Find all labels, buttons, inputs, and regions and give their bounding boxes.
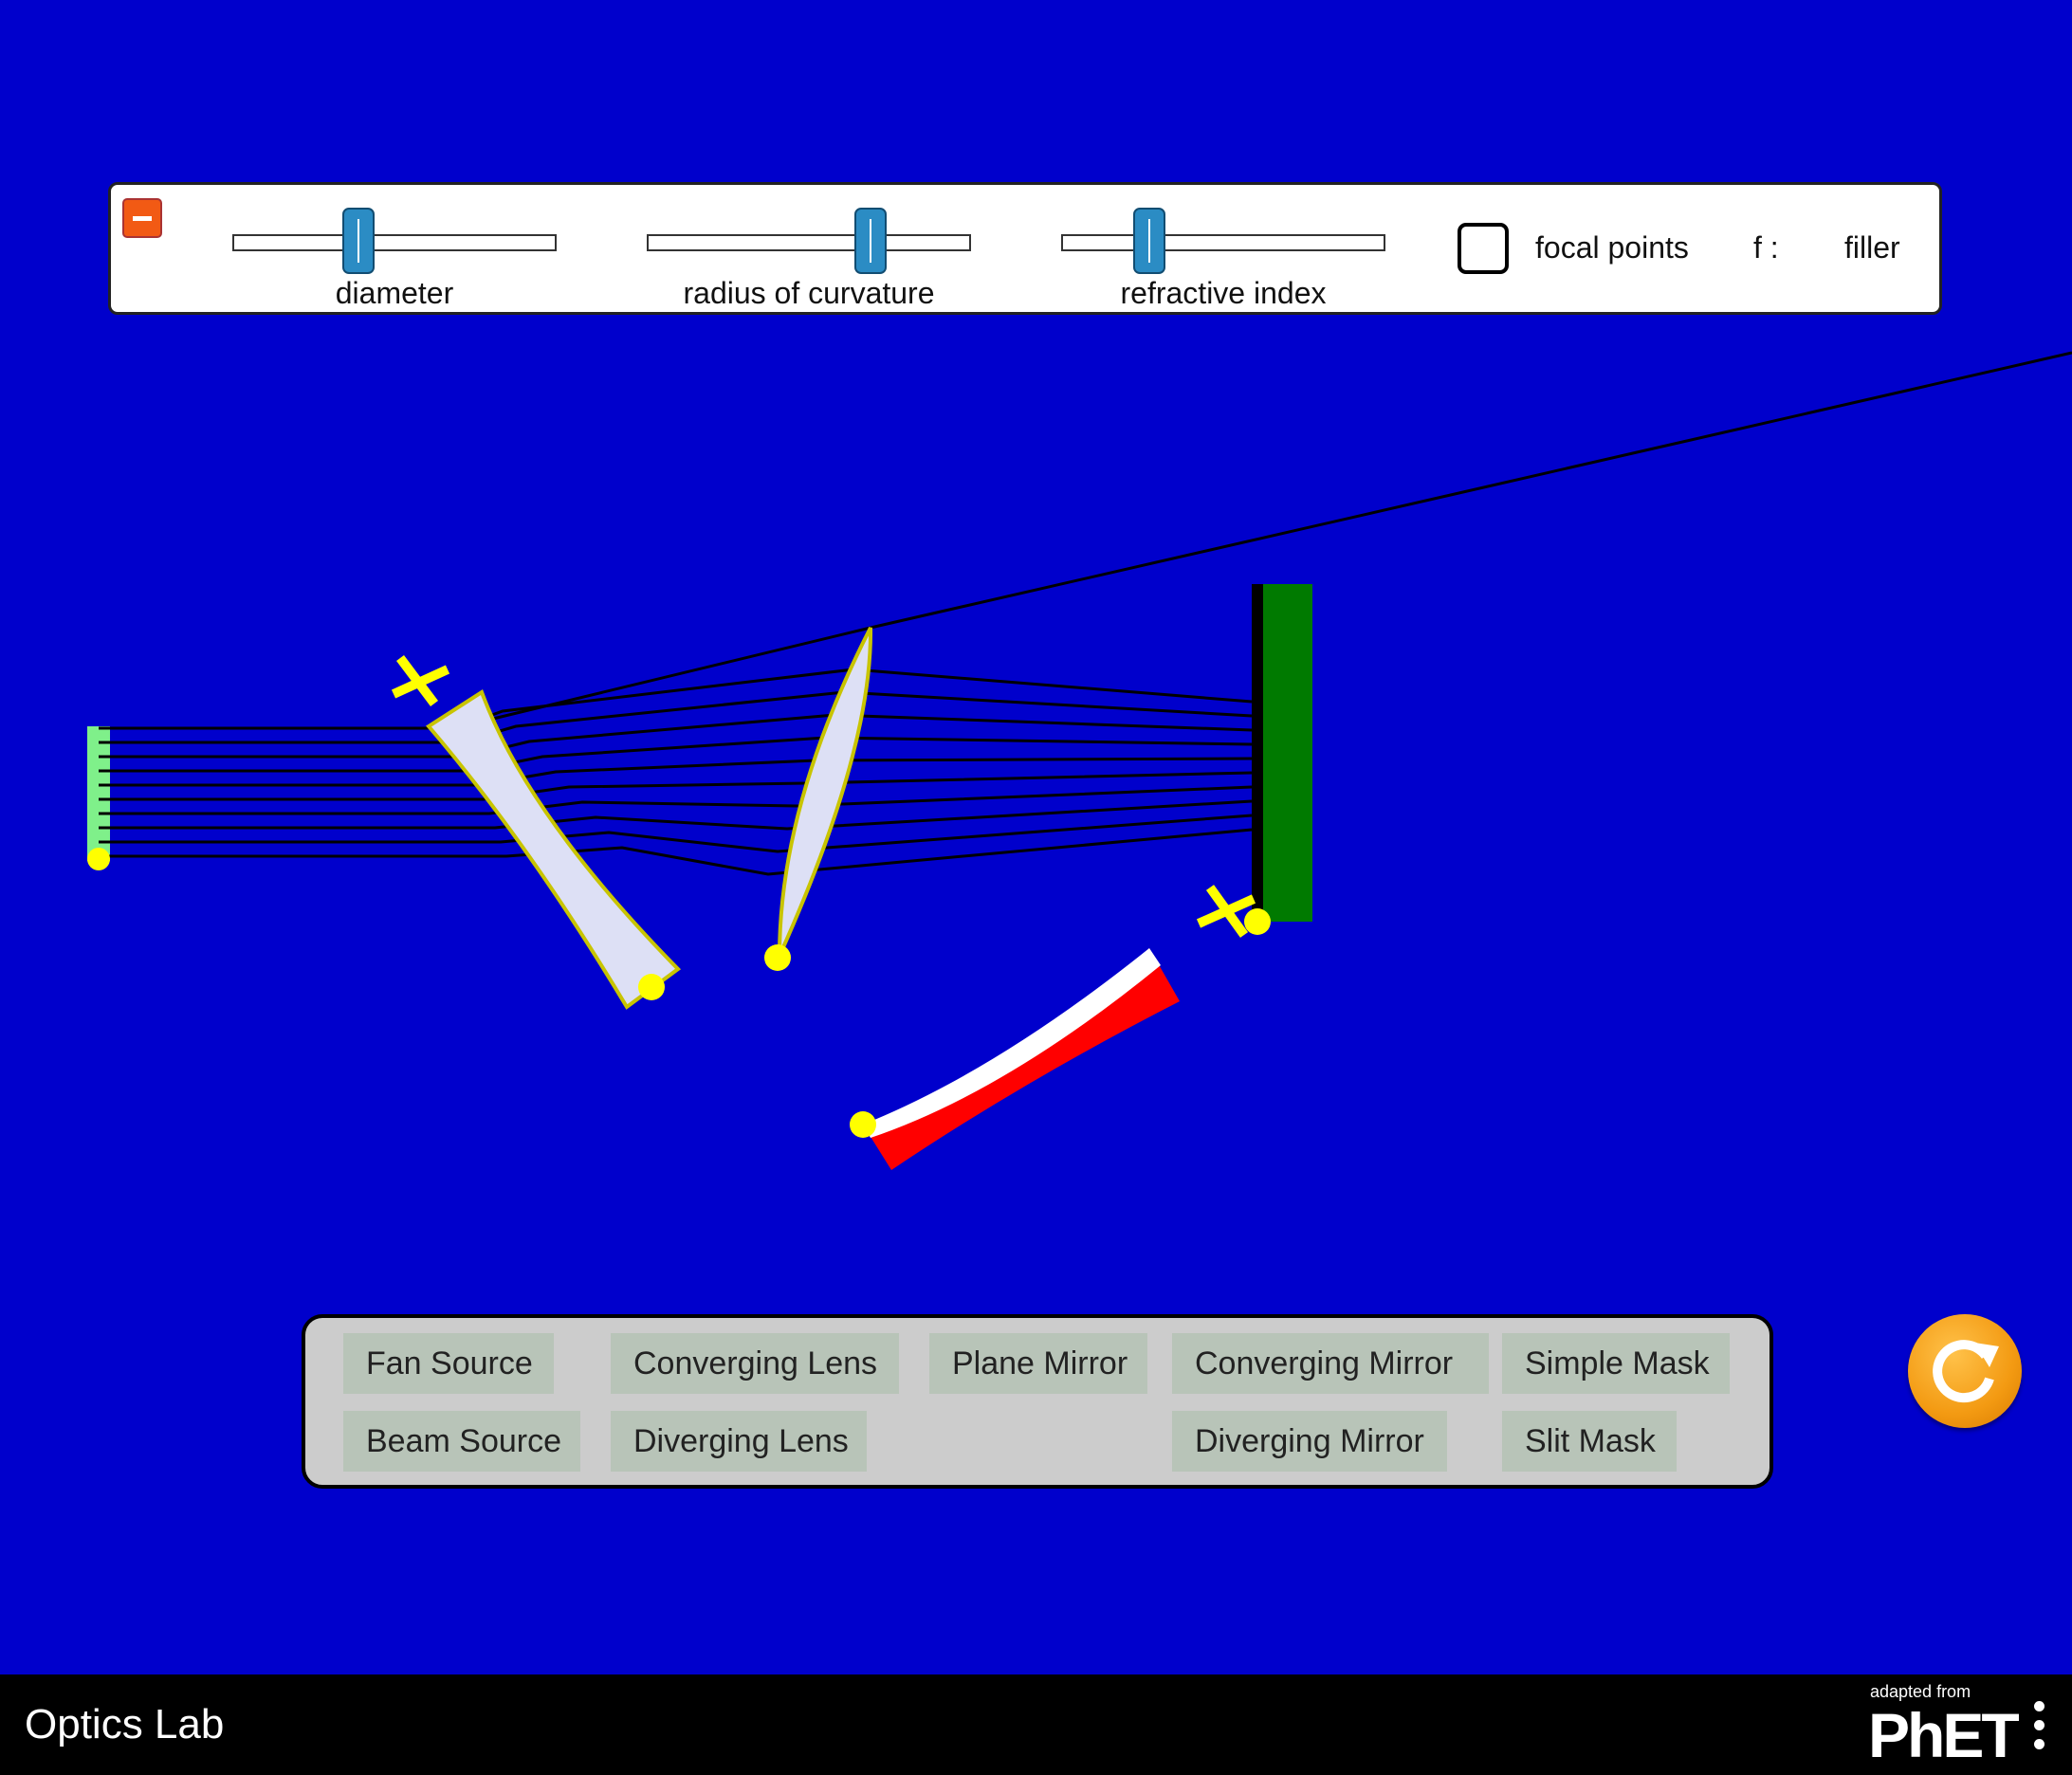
fan-source-button[interactable]: Fan Source <box>343 1333 554 1394</box>
slider-label: radius of curvature <box>683 276 935 310</box>
slider-track[interactable] <box>232 234 557 251</box>
diverging-lens-handle[interactable] <box>638 974 665 1000</box>
reset-all-button[interactable] <box>1908 1314 2022 1428</box>
slider-track[interactable] <box>1061 234 1385 251</box>
menu-icon[interactable] <box>2031 1701 2046 1758</box>
radius-of-curvature-slider[interactable]: radius of curvature <box>647 194 971 310</box>
light-ray <box>110 668 1253 730</box>
app-title: Optics Lab <box>25 1701 225 1748</box>
screen-handle[interactable] <box>1244 908 1271 935</box>
slider-track[interactable] <box>647 234 971 251</box>
refractive-index-slider[interactable]: refractive index <box>1061 194 1385 310</box>
light-ray <box>110 713 1253 759</box>
plane-mirror-button[interactable]: Plane Mirror <box>929 1333 1147 1394</box>
rotate-cross-icon[interactable] <box>1196 885 1256 938</box>
rotate-cross-icon[interactable] <box>391 655 450 706</box>
diameter-slider[interactable]: diameter <box>232 194 557 310</box>
beam-source-button[interactable]: Beam Source <box>343 1411 580 1472</box>
focal-length-value: filler <box>1844 230 1900 265</box>
converging-lens-handle[interactable] <box>764 944 791 971</box>
slider-thumb[interactable] <box>342 208 375 274</box>
slider-thumb[interactable] <box>854 208 887 274</box>
converging-lens-button[interactable]: Converging Lens <box>611 1333 899 1394</box>
phet-logo[interactable]: PhET <box>1868 1699 2020 1771</box>
slit-mask-button[interactable]: Slit Mask <box>1502 1411 1677 1472</box>
slider-thumb[interactable] <box>1133 208 1165 274</box>
reset-icon <box>1933 1340 1999 1403</box>
slider-label: refractive index <box>1120 276 1327 310</box>
beam-source[interactable] <box>87 726 112 870</box>
navigation-bar: Optics Lab adapted from PhET <box>0 1674 2072 1775</box>
focal-points-label: focal points <box>1535 230 1689 265</box>
focal-length-label: f : <box>1753 230 1779 265</box>
simple-mask-button[interactable]: Simple Mask <box>1502 1333 1730 1394</box>
beam-source-handle[interactable] <box>87 848 110 870</box>
diverging-lens-button[interactable]: Diverging Lens <box>611 1411 867 1472</box>
converging-mirror[interactable] <box>850 948 1180 1170</box>
light-rays <box>110 351 2072 876</box>
light-ray <box>110 690 1253 744</box>
component-toolbox: Fan Source Beam Source Converging Lens D… <box>302 1314 1773 1489</box>
diverging-mirror-button[interactable]: Diverging Mirror <box>1172 1411 1447 1472</box>
diverging-lens[interactable] <box>391 655 682 1010</box>
slider-label: diameter <box>335 276 454 310</box>
focal-points-checkbox[interactable] <box>1458 223 1509 274</box>
converging-mirror-handle[interactable] <box>850 1111 876 1138</box>
converging-mirror-button[interactable]: Converging Mirror <box>1172 1333 1489 1394</box>
light-ray <box>110 828 1253 876</box>
lens-control-panel: diameter radius of curvature refractive … <box>108 182 1942 315</box>
simulation-area[interactable]: diameter radius of curvature refractive … <box>0 0 2072 1674</box>
minimize-panel-button[interactable] <box>122 198 162 238</box>
